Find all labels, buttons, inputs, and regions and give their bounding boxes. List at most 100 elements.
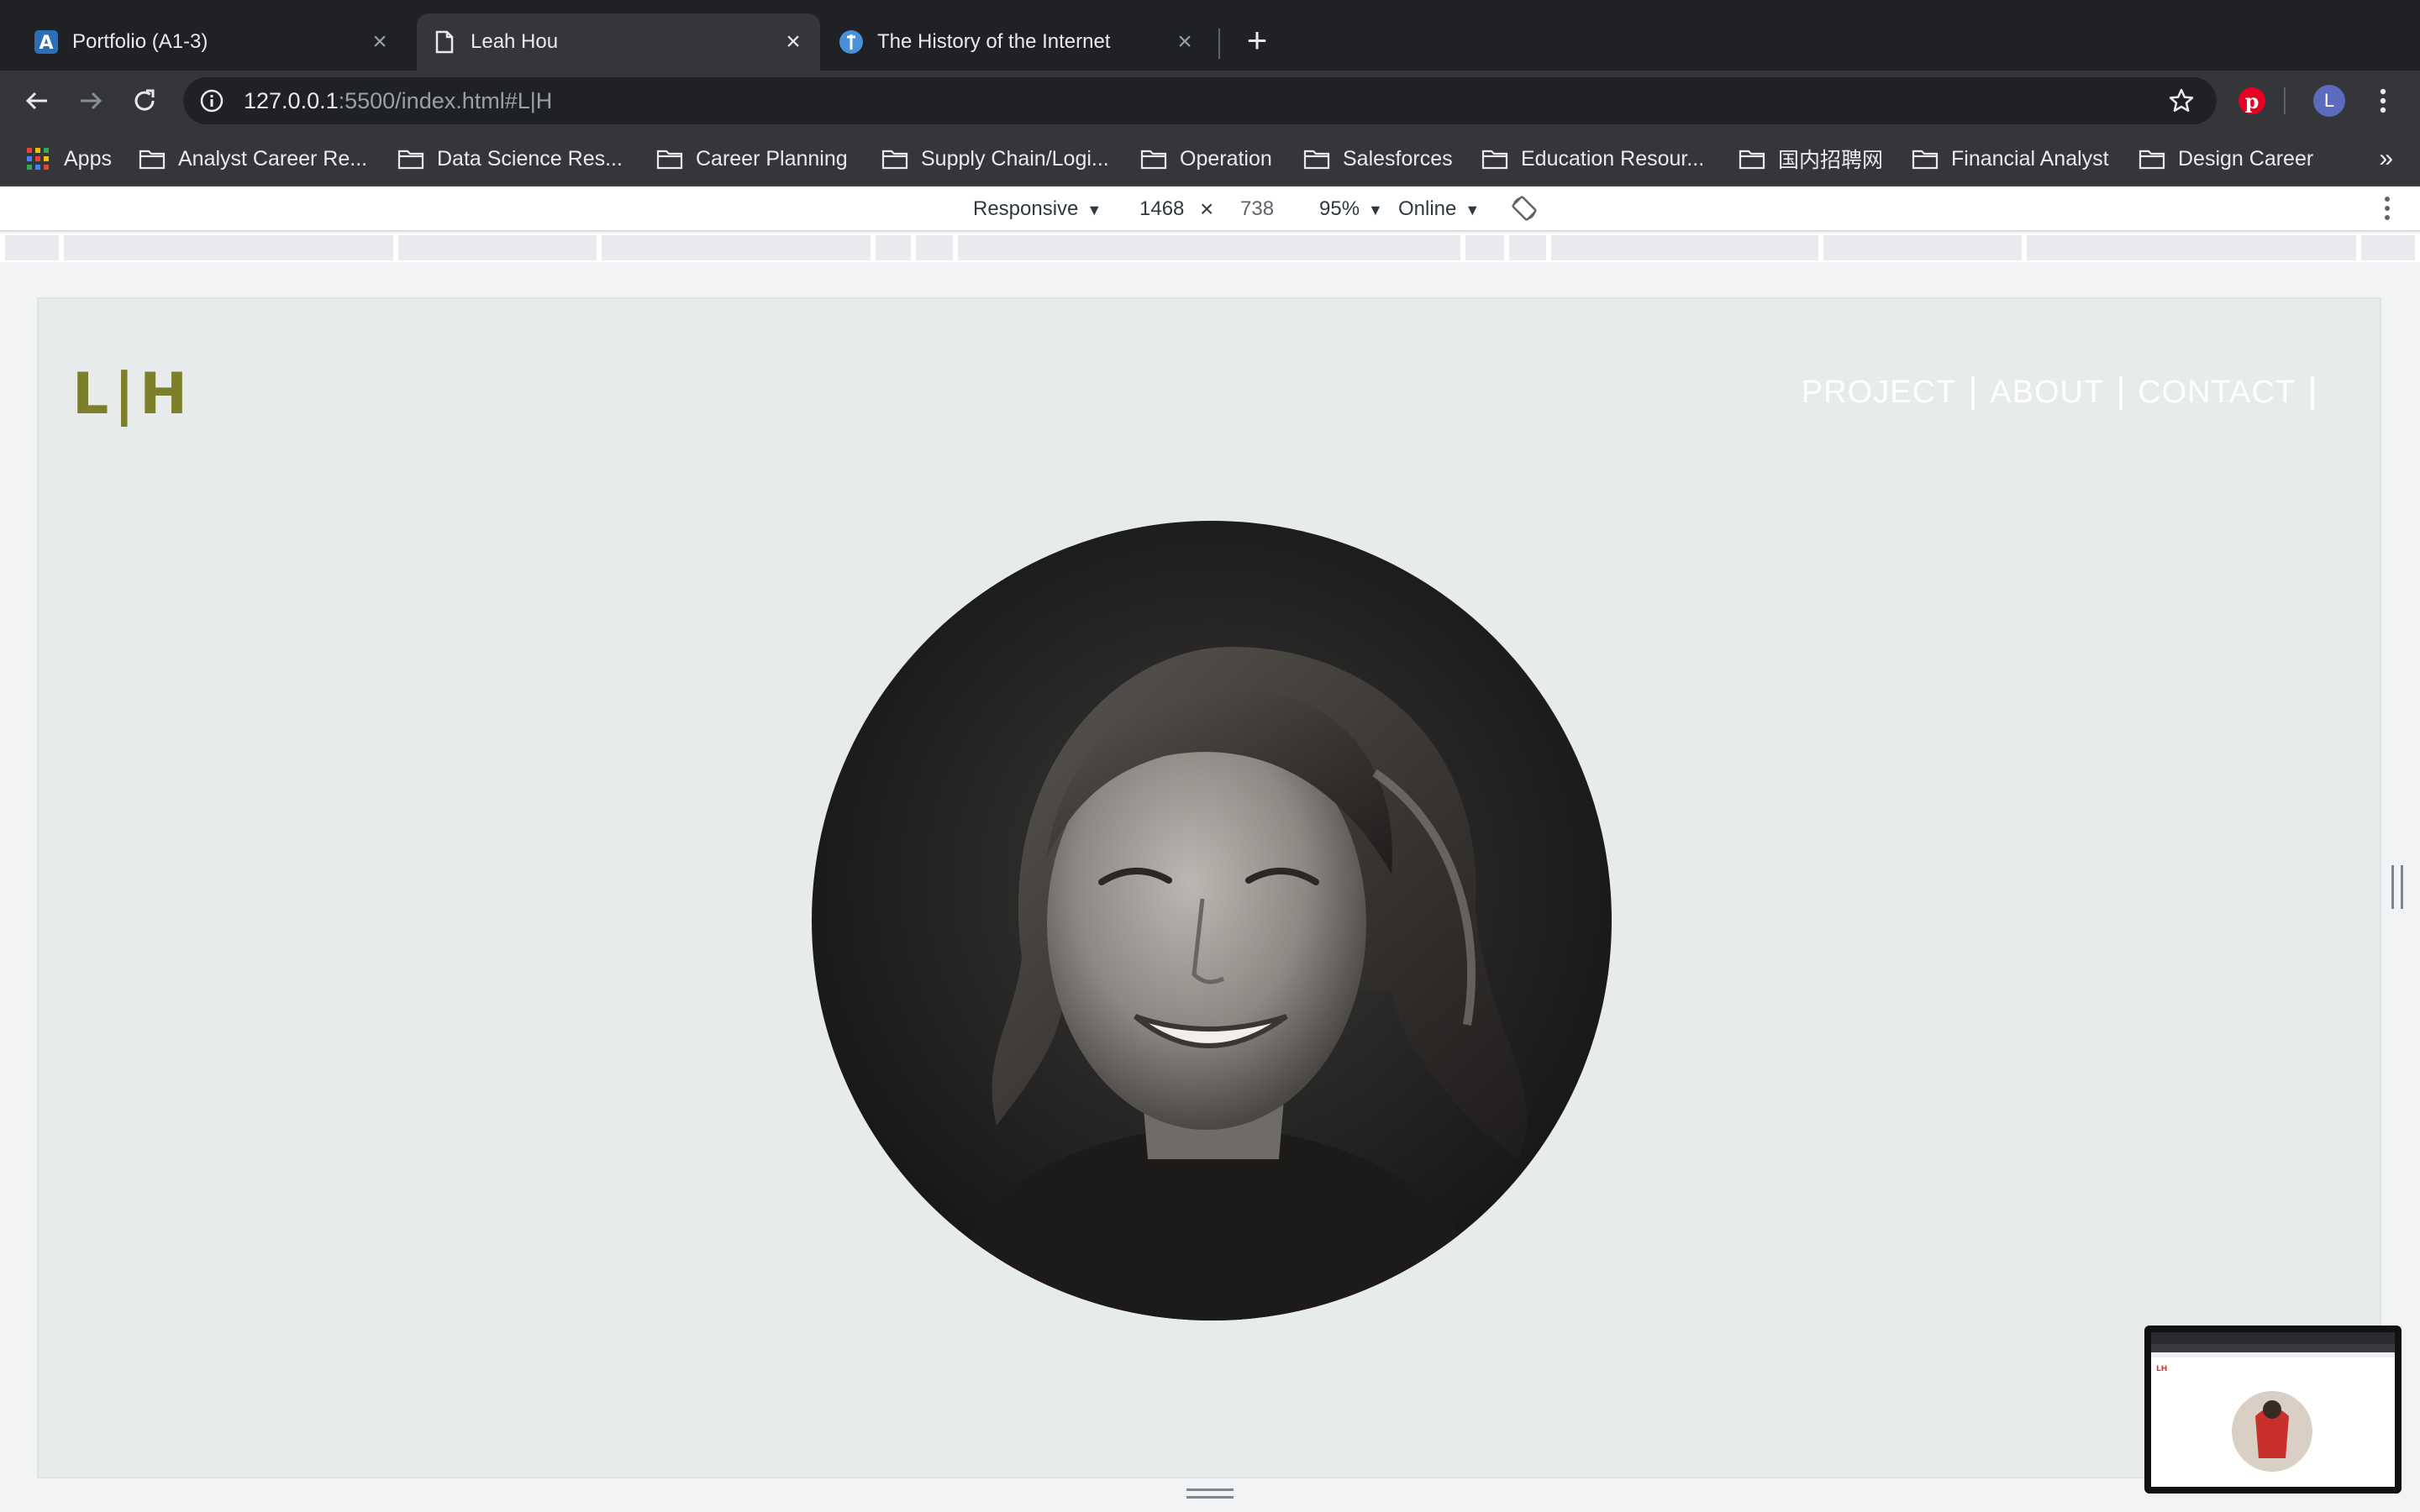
kebab-menu-icon [2385,197,2390,220]
width-input[interactable]: 1468 [1139,197,1184,222]
media-query-segment[interactable] [1551,235,1818,260]
device-select[interactable]: Responsive ▼ [973,197,1102,222]
folder-icon [1302,147,1331,171]
device-toolbar-menu-button[interactable] [2383,195,2391,220]
media-query-bar [0,234,2420,262]
bookmark-folder[interactable]: Supply Chain/Logi... [881,139,1109,178]
media-query-segment[interactable] [64,235,393,260]
bookmark-label: Analyst Career Re... [178,146,368,171]
svg-text:LH: LH [2156,1365,2167,1373]
nav-divider [2311,375,2314,410]
caret-down-icon: ▼ [1368,202,1383,218]
new-tab-button[interactable]: + [1239,23,1276,60]
bookmark-folder[interactable]: Analyst Career Re... [138,139,367,178]
close-icon[interactable]: × [781,29,805,55]
media-query-segment[interactable] [2361,235,2415,260]
bookmark-label: Financial Analyst [1951,146,2109,171]
bookmark-label: Supply Chain/Logi... [921,146,1109,171]
tab-title: The History of the Internet [877,30,1111,53]
bookmark-folder[interactable]: Design Career [2138,139,2313,178]
bookmark-folder[interactable]: Operation [1139,139,1272,178]
tab-title: Leah Hou [471,30,559,53]
bookmark-label: Operation [1180,146,1272,171]
media-query-segment[interactable] [1823,235,2022,260]
profile-avatar[interactable]: L [2311,82,2348,119]
svg-text:A: A [39,33,53,54]
media-query-segment[interactable] [398,235,597,260]
bookmark-folder[interactable]: Career Planning [655,139,848,178]
tab-leah-hou[interactable]: Leah Hou × [417,13,820,71]
nav-link-contact[interactable]: CONTACT [2138,375,2296,411]
reload-icon [134,89,155,111]
folder-icon [655,147,684,171]
bookmark-star-icon[interactable] [2166,86,2196,116]
back-button[interactable] [18,82,55,119]
back-arrow-icon [25,92,47,110]
media-query-segment[interactable] [602,235,871,260]
tab-portfolio[interactable]: A Portfolio (A1-3) × [18,13,407,71]
bookmark-folder[interactable]: Data Science Res... [397,139,623,178]
site-logo[interactable]: L|H [72,361,192,428]
profile-portrait [812,521,1612,1320]
media-query-segment[interactable] [1465,235,1504,260]
pinterest-extension-icon[interactable]: p [2233,82,2270,119]
rotate-button[interactable] [1511,195,1538,221]
media-query-segment[interactable] [5,235,59,260]
folder-icon [397,147,425,171]
address-bar[interactable]: 127.0.0.1:5500/index.html#L|H [183,77,2217,124]
bookmark-label: Salesforces [1343,146,1453,171]
bookmark-folder[interactable]: Salesforces [1302,139,1453,178]
zoom-label: 95% [1319,197,1360,220]
bookmark-apps[interactable]: Apps [24,139,112,178]
folder-icon [1139,147,1168,171]
close-icon[interactable]: × [1173,29,1197,55]
page-icon [432,29,457,55]
browser-menu-button[interactable] [2365,82,2402,119]
bookmark-folder[interactable]: Education Resour... [1481,139,1704,178]
viewport-resize-handle-right[interactable] [2391,865,2403,909]
bookmark-label: Career Planning [696,146,848,171]
kebab-menu-icon [2380,88,2386,113]
screen-preview-thumbnail[interactable]: LH [2144,1326,2402,1494]
tab-history-internet[interactable]: The History of the Internet × [823,13,1212,71]
site-favicon-icon [839,29,864,55]
info-icon[interactable] [197,86,227,116]
media-query-segment[interactable] [916,235,953,260]
bookmark-label: Design Career [2178,146,2314,171]
reload-button[interactable] [126,82,163,119]
bookmark-label: Apps [64,146,112,171]
bookmarks-overflow-button[interactable]: » [2379,139,2393,178]
viewport-resize-handle-bottom[interactable] [1186,1488,1234,1499]
folder-icon [1911,147,1939,171]
caret-down-icon: ▼ [1086,202,1102,218]
network-throttle-select[interactable]: Online ▼ [1398,197,1480,222]
nav-divider [1971,375,1975,410]
rotate-icon [1512,196,1537,221]
folder-icon [138,147,166,171]
network-label: Online [1398,197,1457,220]
media-query-segment[interactable] [876,235,911,260]
zoom-select[interactable]: 95% ▼ [1319,197,1383,222]
forward-button[interactable] [72,82,109,119]
nav-link-project[interactable]: PROJECT [1802,375,1956,411]
nav-link-about[interactable]: ABOUT [1990,375,2104,411]
bookmark-folder[interactable]: Financial Analyst [1911,139,2109,178]
height-input[interactable]: 738 [1240,197,1274,222]
folder-icon [2138,147,2166,171]
preview-screen: LH [2151,1332,2395,1487]
site-nav: PROJECT ABOUT CONTACT [1802,375,2329,411]
tab-divider [1218,29,1220,59]
tab-strip: A Portfolio (A1-3) × Leah Hou × The Hist… [0,0,2420,71]
media-query-segment[interactable] [958,235,1460,260]
emulated-viewport: L|H PROJECT ABOUT CONTACT [37,297,2381,1478]
svg-text:p: p [2245,89,2260,113]
bookmarks-bar: Apps Analyst Career Re... Data Science R… [0,131,2420,186]
device-toolbar: Responsive ▼ 1468 × 738 95% ▼ Online ▼ [0,186,2420,232]
bookmark-folder[interactable]: 国内招聘网 [1738,139,1883,178]
media-query-segment[interactable] [1509,235,1546,260]
media-query-segment[interactable] [2027,235,2356,260]
dimension-separator: × [1200,196,1214,222]
url-path: :5500/index.html#L|H [338,87,553,113]
caret-down-icon: ▼ [1465,202,1481,218]
close-icon[interactable]: × [368,29,392,55]
